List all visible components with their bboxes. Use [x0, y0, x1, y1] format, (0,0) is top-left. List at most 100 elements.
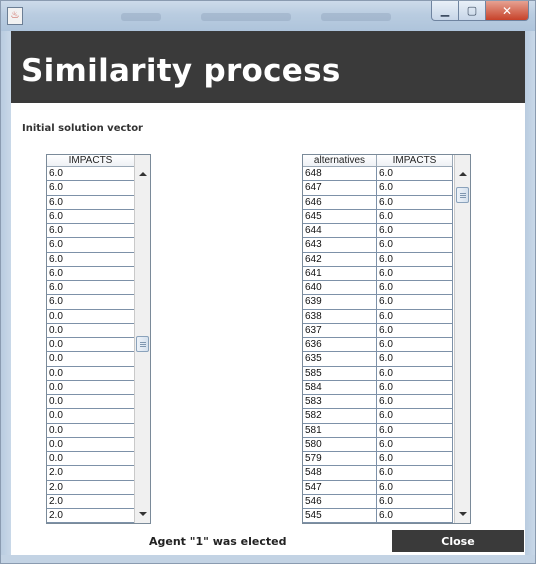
table-cell[interactable]: 643 — [303, 238, 377, 253]
table-cell[interactable]: 638 — [303, 309, 377, 324]
table-row[interactable]: 642 6.0 — [303, 252, 453, 267]
table-row[interactable]: 0.0 — [47, 366, 135, 381]
alternatives-table[interactable]: alternatives IMPACTS 648 6.0 647 6.0 646 6.0 6… — [302, 154, 471, 524]
table-cell[interactable]: 0.0 — [47, 423, 135, 438]
table-row[interactable]: 635 6.0 — [303, 352, 453, 367]
table-cell[interactable]: 6.0 — [377, 309, 453, 324]
table-row[interactable]: 0.0 — [47, 423, 135, 438]
table-cell[interactable]: 6.0 — [377, 266, 453, 281]
table-row[interactable]: 584 6.0 — [303, 380, 453, 395]
table-cell[interactable]: 646 — [303, 195, 377, 210]
table-cell[interactable]: 580 — [303, 437, 377, 452]
table-row[interactable]: 585 6.0 — [303, 366, 453, 381]
close-icon[interactable]: ✕ — [486, 1, 529, 21]
scroll-up-icon[interactable] — [455, 167, 470, 181]
table-row[interactable]: 639 6.0 — [303, 295, 453, 310]
table-cell[interactable]: 0.0 — [47, 380, 135, 395]
table-row[interactable]: 0.0 — [47, 409, 135, 424]
table-row[interactable]: 0.0 — [47, 309, 135, 324]
table-cell[interactable]: 2.0 — [47, 494, 135, 509]
table-cell[interactable]: 6.0 — [377, 209, 453, 224]
table-cell[interactable]: 6.0 — [47, 238, 135, 253]
vertical-scrollbar[interactable] — [134, 155, 150, 523]
table-cell[interactable]: 583 — [303, 395, 377, 410]
table-cell[interactable]: 640 — [303, 281, 377, 296]
table-cell[interactable]: 545 — [303, 509, 377, 523]
scrollbar-thumb[interactable] — [456, 187, 469, 204]
table-row[interactable]: 6.0 — [47, 252, 135, 267]
table-row[interactable]: 0.0 — [47, 352, 135, 367]
table-row[interactable]: 580 6.0 — [303, 437, 453, 452]
minimize-icon[interactable]: ▁ — [431, 1, 459, 21]
table-cell[interactable]: 645 — [303, 209, 377, 224]
table-row[interactable]: 2.0 — [47, 509, 135, 523]
table-cell[interactable]: 0.0 — [47, 395, 135, 410]
table-cell[interactable]: 6.0 — [377, 480, 453, 495]
table-cell[interactable]: 6.0 — [377, 323, 453, 338]
table-cell[interactable]: 6.0 — [377, 195, 453, 210]
table-cell[interactable]: 581 — [303, 423, 377, 438]
table-cell[interactable]: 6.0 — [47, 252, 135, 267]
table-row[interactable]: 582 6.0 — [303, 409, 453, 424]
table-row[interactable]: 579 6.0 — [303, 452, 453, 467]
table-row[interactable]: 546 6.0 — [303, 494, 453, 509]
table-cell[interactable]: 0.0 — [47, 409, 135, 424]
table-cell[interactable]: 636 — [303, 338, 377, 353]
table-cell[interactable]: 6.0 — [377, 409, 453, 424]
table-row[interactable]: 2.0 — [47, 480, 135, 495]
table-cell[interactable]: 6.0 — [47, 295, 135, 310]
table-cell[interactable]: 0.0 — [47, 309, 135, 324]
table-cell[interactable]: 0.0 — [47, 437, 135, 452]
table-cell[interactable]: 585 — [303, 366, 377, 381]
table-row[interactable]: 548 6.0 — [303, 466, 453, 481]
table-cell[interactable]: 546 — [303, 494, 377, 509]
table-row[interactable]: 6.0 — [47, 195, 135, 210]
table-cell[interactable]: 639 — [303, 295, 377, 310]
table-row[interactable]: 646 6.0 — [303, 195, 453, 210]
table-cell[interactable]: 6.0 — [377, 452, 453, 467]
column-header-impacts[interactable]: IMPACTS — [377, 155, 453, 167]
scroll-down-icon[interactable] — [455, 507, 470, 521]
table-cell[interactable]: 6.0 — [47, 195, 135, 210]
table-row[interactable]: 645 6.0 — [303, 209, 453, 224]
table-row[interactable]: 636 6.0 — [303, 338, 453, 353]
table-row[interactable]: 6.0 — [47, 209, 135, 224]
table-cell[interactable]: 6.0 — [377, 281, 453, 296]
table-row[interactable]: 581 6.0 — [303, 423, 453, 438]
table-cell[interactable]: 637 — [303, 323, 377, 338]
table-row[interactable]: 643 6.0 — [303, 238, 453, 253]
table-cell[interactable]: 6.0 — [377, 352, 453, 367]
table-cell[interactable]: 6.0 — [377, 338, 453, 353]
close-button[interactable]: Close — [392, 530, 524, 552]
table-cell[interactable]: 6.0 — [377, 224, 453, 239]
table-row[interactable]: 2.0 — [47, 494, 135, 509]
table-cell[interactable]: 6.0 — [377, 494, 453, 509]
table-cell[interactable]: 6.0 — [47, 281, 135, 296]
table-row[interactable]: 647 6.0 — [303, 181, 453, 196]
table-cell[interactable]: 6.0 — [47, 266, 135, 281]
table-row[interactable]: 547 6.0 — [303, 480, 453, 495]
table-row[interactable]: 0.0 — [47, 437, 135, 452]
table-row[interactable]: 0.0 — [47, 380, 135, 395]
table-cell[interactable]: 6.0 — [377, 437, 453, 452]
scroll-down-icon[interactable] — [135, 507, 150, 521]
table-row[interactable]: 641 6.0 — [303, 266, 453, 281]
table-cell[interactable]: 6.0 — [377, 238, 453, 253]
table-cell[interactable]: 644 — [303, 224, 377, 239]
table-cell[interactable]: 6.0 — [47, 181, 135, 196]
table-cell[interactable]: 0.0 — [47, 366, 135, 381]
table-cell[interactable]: 2.0 — [47, 466, 135, 481]
table-cell[interactable]: 635 — [303, 352, 377, 367]
scroll-up-icon[interactable] — [135, 167, 150, 181]
table-row[interactable]: 6.0 — [47, 167, 135, 182]
table-row[interactable]: 6.0 — [47, 181, 135, 196]
table-cell[interactable]: 579 — [303, 452, 377, 467]
table-cell[interactable]: 0.0 — [47, 352, 135, 367]
table-row[interactable]: 6.0 — [47, 295, 135, 310]
table-cell[interactable]: 0.0 — [47, 323, 135, 338]
table-row[interactable]: 637 6.0 — [303, 323, 453, 338]
table-cell[interactable]: 6.0 — [377, 423, 453, 438]
table-row[interactable]: 583 6.0 — [303, 395, 453, 410]
table-cell[interactable]: 582 — [303, 409, 377, 424]
table-row[interactable]: 6.0 — [47, 266, 135, 281]
